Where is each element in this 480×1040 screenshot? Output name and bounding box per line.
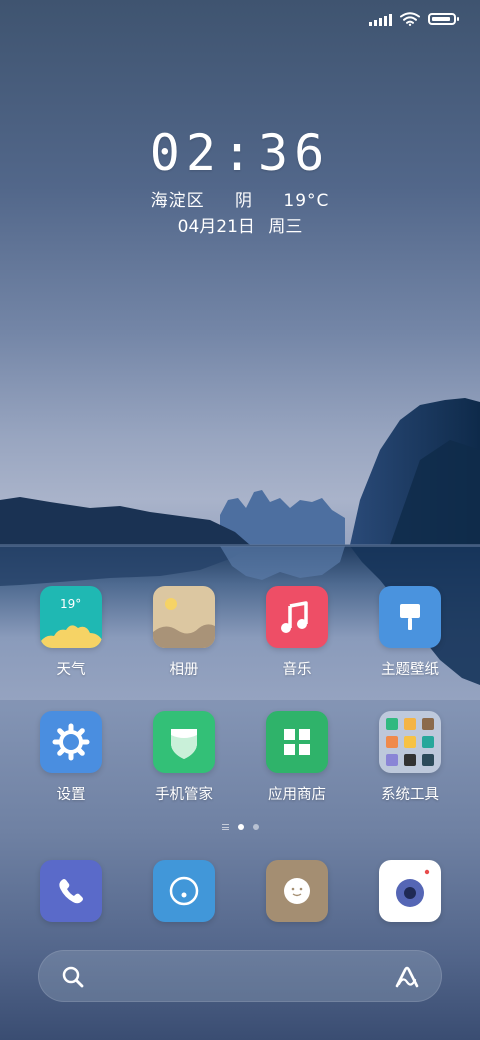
search-input[interactable] — [97, 963, 371, 991]
weather-icon: 19° — [40, 586, 102, 648]
app-store[interactable]: 应用商店 — [251, 711, 343, 804]
assistant-icon[interactable] — [393, 964, 421, 990]
search-icon[interactable] — [61, 965, 85, 989]
dock-phone[interactable] — [25, 860, 117, 922]
app-themes-label: 主题壁纸 — [381, 662, 439, 678]
folder-icon — [379, 711, 441, 773]
weather-temperature: 19°C — [283, 191, 330, 211]
page-indicator-minus-one[interactable] — [221, 824, 229, 830]
dock-messages[interactable] — [251, 860, 343, 922]
app-store-label: 应用商店 — [268, 787, 326, 803]
security-shield-icon — [153, 711, 215, 773]
app-system-tools-folder[interactable]: 系统工具 — [364, 711, 456, 804]
date-line[interactable]: 04月21日 周三 — [0, 212, 480, 237]
phone-icon — [40, 860, 102, 922]
clock-time[interactable]: 02:36 — [0, 124, 480, 182]
weather-district: 海淀区 — [150, 191, 205, 211]
app-gallery[interactable]: 相册 — [138, 586, 230, 679]
dock-camera[interactable] — [364, 860, 456, 922]
messages-icon — [266, 860, 328, 922]
status-bar — [369, 12, 459, 26]
app-security-label: 手机管家 — [155, 787, 213, 803]
app-settings[interactable]: 设置 — [25, 711, 117, 804]
app-weather-label: 天气 — [56, 662, 86, 678]
gallery-icon — [153, 586, 215, 648]
app-gallery-label: 相册 — [169, 662, 199, 678]
app-settings-label: 设置 — [56, 787, 86, 803]
page-indicator-dot-current[interactable] — [237, 824, 244, 830]
app-themes[interactable]: 主题壁纸 — [364, 586, 456, 679]
search-bar[interactable] — [38, 950, 442, 1002]
app-music-label: 音乐 — [282, 662, 312, 678]
page-indicator — [0, 824, 480, 830]
signal-icon — [369, 12, 392, 26]
battery-icon — [428, 13, 459, 25]
date-day: 04月21日 — [177, 217, 255, 237]
weather-line[interactable]: 海淀区 阴 19°C — [0, 186, 480, 211]
music-icon — [266, 586, 328, 648]
browser-icon — [153, 860, 215, 922]
camera-icon — [379, 860, 441, 922]
theme-icon — [379, 586, 441, 648]
app-music[interactable]: 音乐 — [251, 586, 343, 679]
app-weather[interactable]: 19° 天气 — [25, 586, 117, 679]
app-store-grid-icon — [266, 711, 328, 773]
date-weekday: 周三 — [268, 217, 303, 237]
dock-browser[interactable] — [138, 860, 230, 922]
settings-gear-icon — [40, 711, 102, 773]
app-security[interactable]: 手机管家 — [138, 711, 230, 804]
app-system-tools-label: 系统工具 — [381, 787, 439, 803]
page-indicator-dot[interactable] — [252, 824, 259, 830]
weather-condition: 阴 — [234, 191, 253, 211]
wifi-icon — [400, 12, 420, 26]
